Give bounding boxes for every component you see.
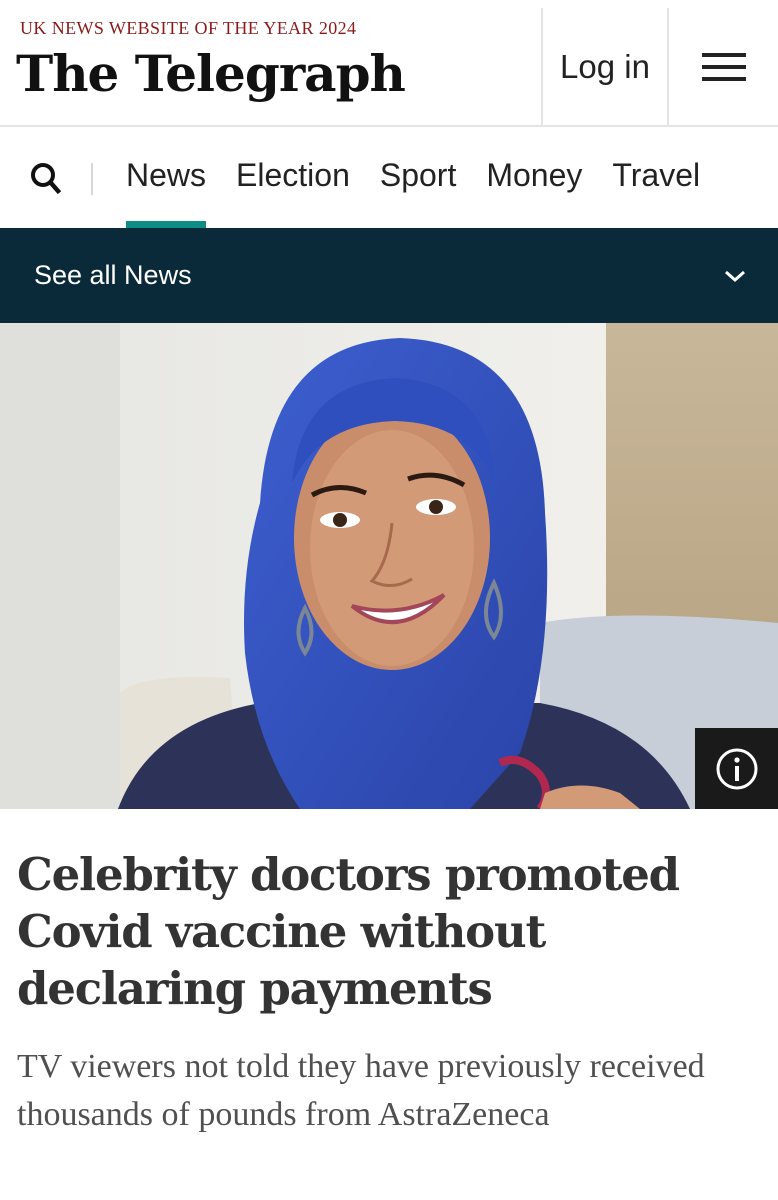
award-banner: UK NEWS WEBSITE OF THE YEAR 2024 <box>20 18 357 38</box>
section-nav: News Election Sport Money Travel <box>0 127 778 228</box>
tab-news[interactable]: News <box>126 127 207 228</box>
chevron-down-icon <box>725 270 745 282</box>
tab-election[interactable]: Election <box>236 127 350 228</box>
see-all-news-dropdown[interactable]: See all News <box>0 228 778 323</box>
tab-travel[interactable]: Travel <box>612 127 700 228</box>
tabs-fade <box>718 127 778 228</box>
nav-tabs: News Election Sport Money Travel <box>126 127 778 228</box>
hero-photo <box>0 323 778 809</box>
info-icon <box>716 748 757 789</box>
article-standfirst: TV viewers not told they have previously… <box>17 1048 705 1133</box>
article-headline[interactable]: Celebrity doctors promoted Covid vaccine… <box>0 809 778 1017</box>
masthead: UK NEWS WEBSITE OF THE YEAR 2024 The Tel… <box>0 0 778 127</box>
search-button[interactable] <box>26 158 66 198</box>
hamburger-icon <box>701 53 746 81</box>
telegraph-logo[interactable]: The Telegraph <box>16 44 406 103</box>
hero-image <box>0 323 778 809</box>
login-button[interactable]: Log in <box>541 8 669 126</box>
image-info-button[interactable] <box>695 728 778 809</box>
tab-money[interactable]: Money <box>486 127 582 228</box>
nav-divider <box>91 163 93 195</box>
menu-button[interactable] <box>669 8 778 126</box>
search-icon <box>31 163 62 195</box>
tab-sport[interactable]: Sport <box>380 127 456 228</box>
see-all-news-label: See all News <box>34 260 192 290</box>
